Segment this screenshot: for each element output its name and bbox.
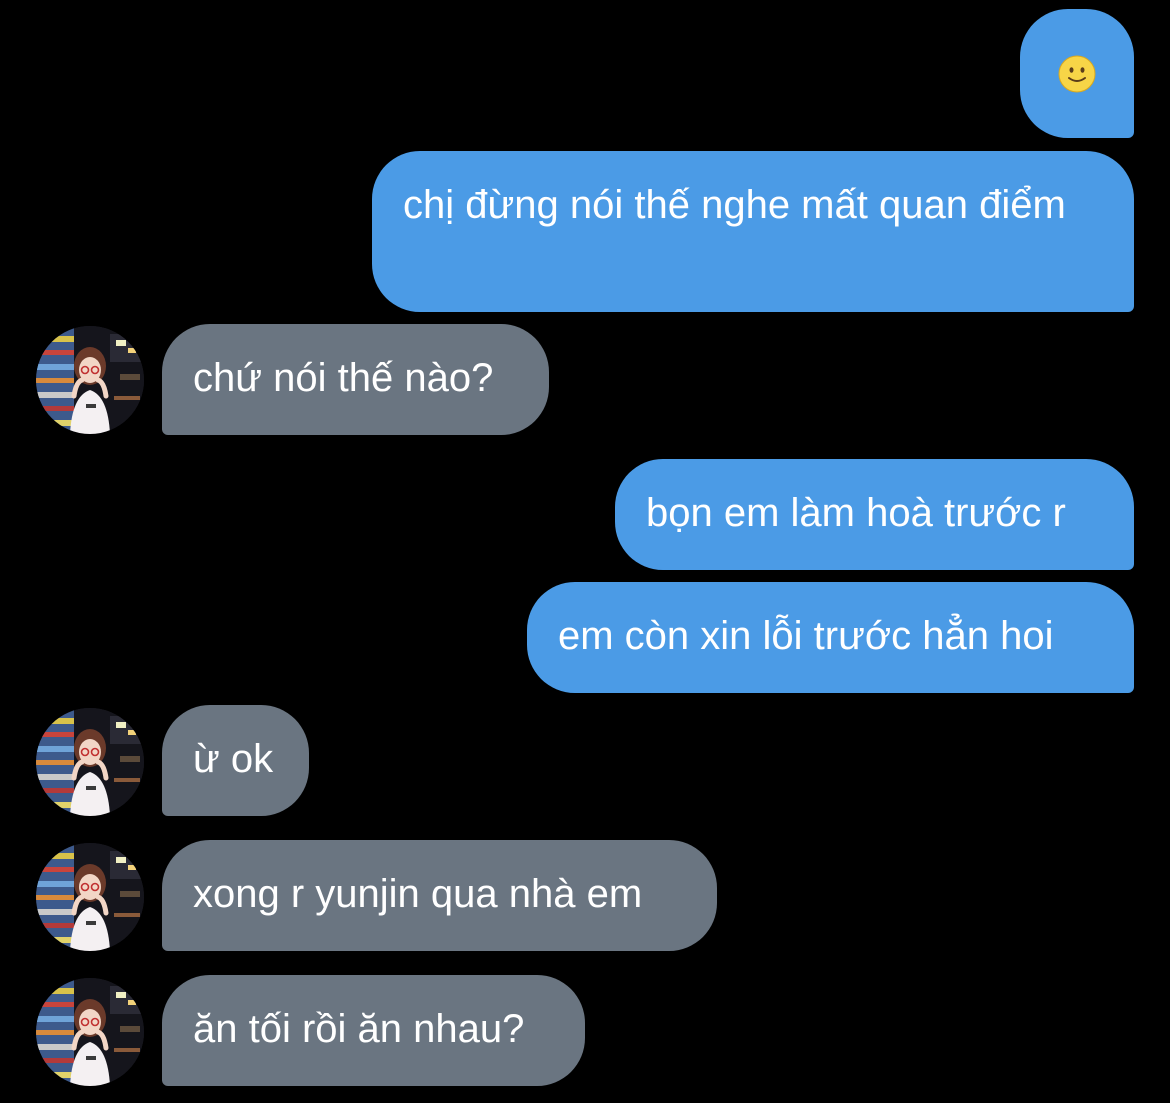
avatar-photo-icon: [36, 978, 144, 1086]
avatar-photo-icon: [36, 708, 144, 816]
message-bubble-incoming[interactable]: chứ nói thế nào?: [162, 324, 549, 435]
message-bubble-incoming[interactable]: xong r yunjin qua nhà em: [162, 840, 717, 951]
avatar-photo-icon: [36, 326, 144, 434]
contact-avatar[interactable]: [36, 843, 144, 951]
contact-avatar[interactable]: [36, 708, 144, 816]
message-bubble-outgoing[interactable]: em còn xin lỗi trước hẳn hoi: [527, 582, 1134, 693]
contact-avatar[interactable]: [36, 326, 144, 434]
message-bubble-outgoing[interactable]: bọn em làm hoà trước r: [615, 459, 1134, 570]
message-bubble-incoming[interactable]: ăn tối rồi ăn nhau?: [162, 975, 585, 1086]
slightly-smiling-face-icon: [1058, 55, 1096, 92]
contact-avatar[interactable]: [36, 978, 144, 1086]
message-bubble-outgoing[interactable]: chị đừng nói thế nghe mất quan điểm: [372, 151, 1134, 312]
message-bubble-outgoing[interactable]: [1020, 9, 1134, 138]
avatar-photo-icon: [36, 843, 144, 951]
message-bubble-incoming[interactable]: ừ ok: [162, 705, 309, 816]
